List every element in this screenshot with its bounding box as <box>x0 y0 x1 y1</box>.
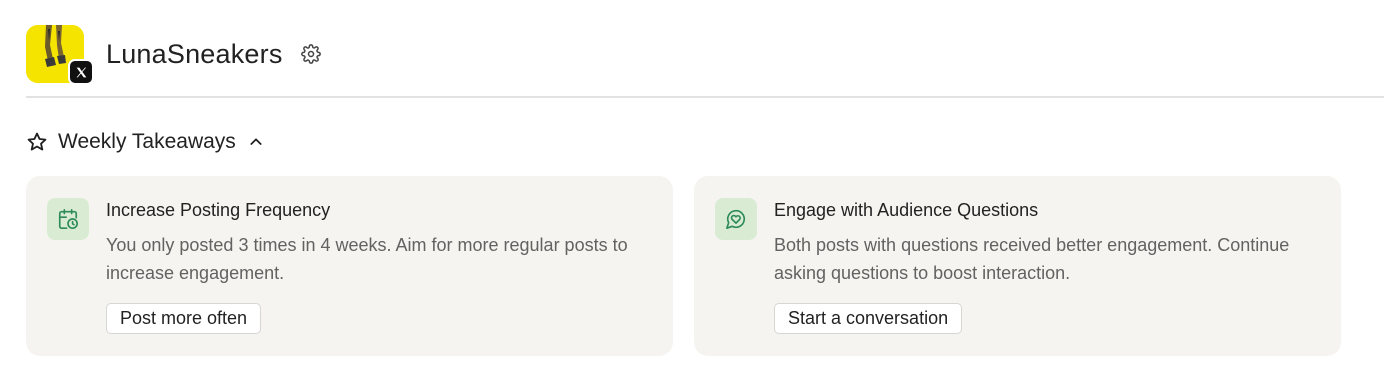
header-divider <box>26 96 1384 98</box>
chat-heart-icon <box>715 198 757 240</box>
card-title: Increase Posting Frequency <box>106 200 331 220</box>
takeaway-cards: Increase Posting Frequency You only post… <box>26 176 1342 356</box>
star-icon <box>27 132 47 151</box>
card-description: You only posted 3 times in 4 weeks. Aim … <box>106 235 628 283</box>
card-title: Engage with Audience Questions <box>774 200 1039 220</box>
account-header: LunaSneakers <box>26 24 1384 85</box>
weekly-takeaways-header[interactable]: Weekly Takeaways <box>26 126 264 158</box>
gear-icon[interactable] <box>300 44 321 64</box>
x-logo-icon <box>68 59 94 85</box>
section-title: Weekly Takeaways <box>58 130 236 153</box>
calendar-clock-icon <box>47 198 89 240</box>
brand-name: LunaSneakers <box>106 39 283 69</box>
chevron-up-icon[interactable] <box>248 134 264 150</box>
takeaway-card: Engage with Audience Questions Both post… <box>694 176 1341 356</box>
post-more-often-button[interactable]: Post more often <box>106 303 262 334</box>
account-avatar-group[interactable] <box>26 25 94 85</box>
card-description: Both posts with questions received bette… <box>774 235 1290 283</box>
takeaway-card: Increase Posting Frequency You only post… <box>26 176 673 356</box>
start-conversation-button[interactable]: Start a conversation <box>774 303 963 334</box>
